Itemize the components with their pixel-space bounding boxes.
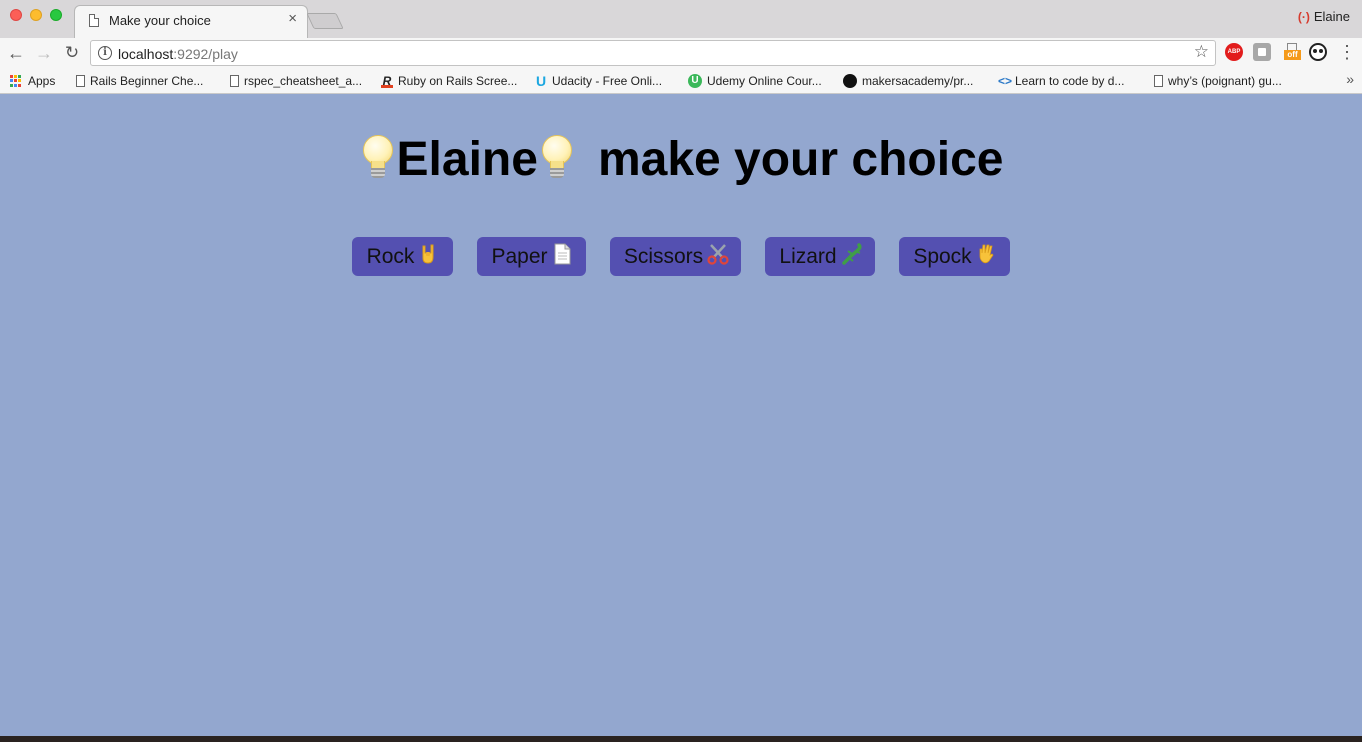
- bookmark-udacity[interactable]: U Udacity - Free Onli...: [535, 72, 662, 90]
- bookmark-label: makersacademy/pr...: [862, 74, 974, 88]
- coupon-extension-icon[interactable]: off: [1283, 43, 1301, 61]
- page-content: Elaine make your choice Rock Paper Sciss…: [0, 94, 1362, 736]
- adblock-plus-icon[interactable]: ABP: [1225, 43, 1243, 61]
- tab-title: Make your choice: [109, 13, 211, 28]
- browser-tab-active[interactable]: Make your choice ×: [74, 5, 308, 38]
- forward-arrow-icon[interactable]: →: [32, 41, 56, 65]
- page-icon: [230, 75, 239, 87]
- new-tab-button[interactable]: [306, 13, 344, 29]
- bookmark-label: why’s (poignant) gu...: [1168, 74, 1282, 88]
- url-text[interactable]: localhost:9292/play: [118, 46, 238, 62]
- page-icon: [76, 75, 85, 87]
- bookmark-rails-beginner[interactable]: Rails Beginner Che...: [76, 72, 203, 90]
- spock-button[interactable]: Spock: [899, 237, 1010, 276]
- scissors-icon: [707, 239, 729, 265]
- apps-grid-icon: [10, 74, 23, 88]
- tab-close-button[interactable]: ×: [288, 11, 297, 27]
- udacity-icon: U: [535, 72, 547, 89]
- bookmark-label: Rails Beginner Che...: [90, 74, 204, 88]
- close-window-button[interactable]: [10, 9, 22, 21]
- profile-button[interactable]: (·) Elaine: [1298, 9, 1350, 24]
- page-icon: [1154, 75, 1163, 87]
- scissors-button[interactable]: Scissors: [610, 237, 741, 276]
- rock-on-hand-icon: [418, 239, 438, 264]
- url-path: :9292/play: [173, 46, 238, 62]
- lightbulb-icon: [360, 135, 396, 181]
- choice-label: Lizard: [779, 245, 837, 268]
- bookmark-apps[interactable]: Apps: [10, 72, 55, 90]
- url-host: localhost: [118, 46, 174, 62]
- panda-extension-icon[interactable]: [1309, 43, 1327, 61]
- choice-label: Scissors: [623, 245, 704, 268]
- site-info-icon[interactable]: i: [98, 46, 112, 60]
- reload-icon[interactable]: ↻: [60, 41, 84, 65]
- bookmark-rspec-cheatsheet[interactable]: rspec_cheatsheet_a...: [230, 72, 362, 90]
- lizard-button[interactable]: Lizard: [765, 237, 875, 276]
- bookmark-railscasts[interactable]: R Ruby on Rails Scree...: [381, 72, 517, 90]
- bookmark-makersacademy[interactable]: makersacademy/pr...: [843, 72, 973, 90]
- github-icon: [843, 74, 857, 88]
- choice-label: Rock: [366, 245, 415, 268]
- maximize-window-button[interactable]: [50, 9, 62, 21]
- bookmark-label: Udacity - Free Onli...: [552, 74, 663, 88]
- more-bookmarks-chevron-icon[interactable]: »: [1346, 71, 1354, 87]
- udemy-icon: U: [688, 74, 702, 88]
- railscasts-icon: R: [381, 73, 393, 88]
- choice-label: Spock: [913, 245, 972, 268]
- lizard-icon: [841, 239, 862, 265]
- page-title: Elaine make your choice: [0, 132, 1362, 188]
- bookmark-udemy[interactable]: U Udemy Online Cour...: [688, 72, 822, 90]
- browser-tab-strip: Make your choice × (·) Elaine: [0, 0, 1362, 38]
- code-icon: <>: [998, 73, 1013, 88]
- page-icon: [552, 239, 572, 265]
- rock-button[interactable]: Rock: [352, 237, 453, 276]
- bookmark-label: Udemy Online Cour...: [707, 74, 822, 88]
- bookmark-learn-to-code[interactable]: <> Learn to code by d...: [998, 72, 1124, 90]
- bookmarks-bar: Apps Rails Beginner Che... rspec_cheatsh…: [0, 68, 1362, 94]
- desktop-edge: [0, 736, 1362, 742]
- profile-icon: (·): [1297, 9, 1310, 24]
- bookmark-star-icon[interactable]: ☆: [1194, 42, 1209, 62]
- back-arrow-icon[interactable]: ←: [4, 41, 28, 65]
- choice-label: Paper: [491, 245, 548, 268]
- bookmark-label: Ruby on Rails Scree...: [398, 74, 518, 88]
- minimize-window-button[interactable]: [30, 9, 42, 21]
- page-icon: [89, 14, 99, 27]
- off-label: off: [1284, 50, 1301, 60]
- vulcan-salute-icon: [976, 239, 996, 264]
- choice-buttons: Rock Paper Scissors Lizard Spock: [0, 237, 1362, 277]
- profile-name: Elaine: [1313, 9, 1350, 24]
- address-bar[interactable]: i localhost:9292/play ☆: [90, 40, 1216, 66]
- bookmark-label: rspec_cheatsheet_a...: [244, 74, 363, 88]
- player-name: Elaine: [396, 133, 538, 186]
- browser-toolbar: ← → ↻ i localhost:9292/play ☆ ABP off ⋮: [0, 38, 1362, 68]
- bookmark-whys-poignant[interactable]: why’s (poignant) gu...: [1154, 72, 1282, 90]
- bookmark-label: Learn to code by d...: [1015, 74, 1125, 88]
- headline-text: make your choice: [597, 133, 1004, 186]
- bookmark-label: Apps: [28, 74, 56, 88]
- extension-icon[interactable]: [1253, 43, 1271, 61]
- lightbulb-icon: [539, 135, 575, 181]
- paper-button[interactable]: Paper: [477, 237, 586, 276]
- menu-kebab-icon[interactable]: ⋮: [1338, 42, 1356, 62]
